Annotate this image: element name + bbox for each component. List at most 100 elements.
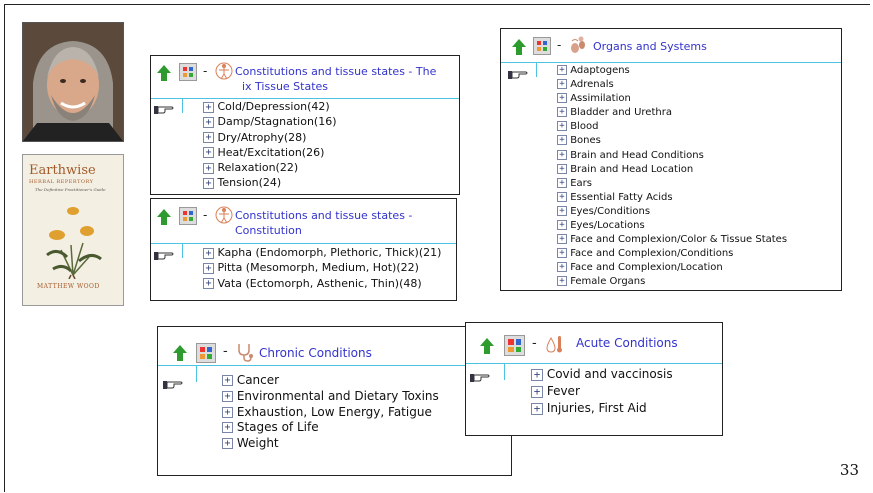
expand-icon[interactable]: + — [557, 262, 567, 273]
panel-title: Organs and Systems — [593, 40, 707, 53]
tree-list: + Kapha (Endomorph, Plethoric, Thick)(21… — [203, 245, 441, 291]
tree-item[interactable]: + Essential Fatty Acids — [557, 191, 787, 205]
expand-icon[interactable]: + — [531, 402, 543, 415]
expand-icon[interactable]: + — [557, 65, 567, 75]
vitruvian-man-icon — [215, 206, 233, 224]
tree-item[interactable]: + Dry/Atrophy(28) — [203, 130, 337, 145]
panel-constitution: - Constitutions and tissue states - Cons… — [150, 198, 457, 301]
up-arrow-icon[interactable] — [512, 39, 526, 55]
tree-item[interactable]: + Heat/Excitation(26) — [203, 145, 337, 160]
stethoscope-icon — [238, 344, 253, 362]
tree-item[interactable]: + Pitta (Mesomorph, Medium, Hot)(22) — [203, 260, 441, 275]
tree-item[interactable]: + Cancer — [222, 373, 439, 389]
expand-icon[interactable]: + — [203, 262, 214, 274]
expand-icon[interactable]: + — [557, 107, 567, 118]
separator-dash: - — [203, 208, 208, 222]
expand-icon[interactable]: + — [557, 135, 567, 146]
expand-icon[interactable]: + — [557, 79, 567, 90]
book-cover: Earthwise HERBAL REPERTORY The Definitiv… — [22, 154, 124, 306]
tree-item[interactable]: + Female Organs — [557, 275, 787, 289]
tree-item[interactable]: + Covid and vaccinosis — [531, 366, 673, 383]
tree-grid-icon[interactable] — [179, 207, 197, 225]
tree-grid-icon[interactable] — [179, 63, 197, 81]
panel-title: Constitutions and tissue states - The Si… — [235, 65, 437, 93]
expand-icon[interactable]: + — [557, 248, 567, 259]
tree-item[interactable]: + Face and Complexion/Conditions — [557, 247, 787, 261]
expand-icon[interactable]: + — [557, 93, 567, 104]
separator-dash: - — [223, 344, 228, 359]
tree-item[interactable]: + Brain and Head Conditions — [557, 149, 787, 163]
pointing-hand-icon — [154, 106, 174, 114]
separator-dash: - — [532, 336, 537, 351]
expand-icon[interactable]: + — [222, 422, 233, 434]
vitruvian-man-icon — [215, 62, 233, 80]
expand-icon[interactable]: + — [222, 375, 233, 386]
page-number: 33 — [839, 461, 859, 479]
tree-item[interactable]: + Bones — [557, 134, 787, 148]
tree-item[interactable]: + Eyes/Conditions — [557, 205, 787, 219]
tree-item[interactable]: + Brain and Head Location — [557, 163, 787, 177]
book-tagline: The Definitive Practitioner's Guide — [35, 187, 106, 192]
expand-icon[interactable]: + — [531, 368, 543, 381]
tree-item[interactable]: + Tension(24) — [203, 175, 337, 190]
tree-item[interactable]: + Environmental and Dietary Toxins — [222, 389, 439, 405]
panel-six-tissue-states: - Constitutions and tissue states - The … — [150, 55, 460, 195]
tree-item[interactable]: + Adaptogens — [557, 64, 787, 78]
tree-item[interactable]: + Kapha (Endomorph, Plethoric, Thick)(21… — [203, 245, 441, 260]
tree-item[interactable]: + Face and Complexion/Color & Tissue Sta… — [557, 233, 787, 247]
expand-icon[interactable]: + — [222, 438, 233, 450]
pointing-hand-icon — [154, 252, 174, 260]
expand-icon[interactable]: + — [557, 163, 567, 174]
expand-icon[interactable]: + — [203, 147, 214, 159]
tree-item[interactable]: + Cold/Depression(42) — [203, 99, 337, 114]
expand-icon[interactable]: + — [203, 278, 214, 290]
separator-dash: - — [203, 64, 208, 78]
expand-icon[interactable]: + — [203, 162, 214, 174]
expand-icon[interactable]: + — [203, 247, 214, 259]
expand-icon[interactable]: + — [557, 149, 567, 160]
tree-grid-icon[interactable] — [504, 335, 525, 356]
tree-item[interactable]: + Relaxation(22) — [203, 160, 337, 175]
pointing-hand-icon — [470, 374, 490, 382]
tree-grid-icon[interactable] — [196, 343, 216, 363]
tree-item[interactable]: + Damp/Stagnation(16) — [203, 114, 337, 129]
organs-icon — [571, 36, 585, 53]
expand-icon[interactable]: + — [222, 406, 233, 418]
tree-item[interactable]: + Weight — [222, 436, 439, 452]
tree-item[interactable]: + Adrenals — [557, 78, 787, 92]
tree-item[interactable]: + Exhaustion, Low Energy, Fatigue — [222, 405, 439, 421]
expand-icon[interactable]: + — [531, 385, 543, 398]
tree-item[interactable]: + Face and Complexion/Location — [557, 261, 787, 275]
expand-icon[interactable]: + — [203, 177, 214, 189]
tree-list: + Adaptogens + Adrenals + Assimilation +… — [557, 64, 787, 290]
up-arrow-icon[interactable] — [157, 209, 171, 225]
up-arrow-icon[interactable] — [157, 65, 171, 81]
tree-item[interactable]: + Fever — [531, 383, 673, 400]
up-arrow-icon[interactable] — [480, 338, 494, 354]
expand-icon[interactable]: + — [557, 234, 567, 245]
expand-icon[interactable]: + — [557, 205, 567, 216]
panel-organs-and-systems: - Organs and Systems + Adaptogens + Adre… — [500, 28, 842, 291]
separator-dash: - — [557, 38, 562, 52]
expand-icon[interactable]: + — [222, 390, 233, 402]
expand-icon[interactable]: + — [557, 177, 567, 188]
tree-item[interactable]: + Ears — [557, 177, 787, 191]
tree-item[interactable]: + Stages of Life — [222, 420, 439, 436]
expand-icon[interactable]: + — [557, 220, 567, 231]
tree-item[interactable]: + Assimilation — [557, 92, 787, 106]
up-arrow-icon[interactable] — [173, 345, 187, 361]
panel-acute-conditions: - Acute Conditions + Covid and vaccinosi… — [465, 322, 723, 436]
expand-icon[interactable]: + — [203, 132, 214, 144]
expand-icon[interactable]: + — [203, 101, 214, 113]
tree-grid-icon[interactable] — [533, 37, 551, 55]
tree-item[interactable]: + Bladder and Urethra — [557, 106, 787, 120]
expand-icon[interactable]: + — [203, 116, 214, 128]
tree-item[interactable]: + Injuries, First Aid — [531, 400, 673, 417]
tree-item[interactable]: + Blood — [557, 120, 787, 134]
expand-icon[interactable]: + — [557, 121, 567, 132]
tree-item[interactable]: + Eyes/Locations — [557, 219, 787, 233]
panel-title: Chronic Conditions — [259, 346, 372, 360]
tree-item[interactable]: + Vata (Ectomorph, Asthenic, Thin)(48) — [203, 276, 441, 291]
expand-icon[interactable]: + — [557, 276, 567, 287]
expand-icon[interactable]: + — [557, 191, 567, 202]
